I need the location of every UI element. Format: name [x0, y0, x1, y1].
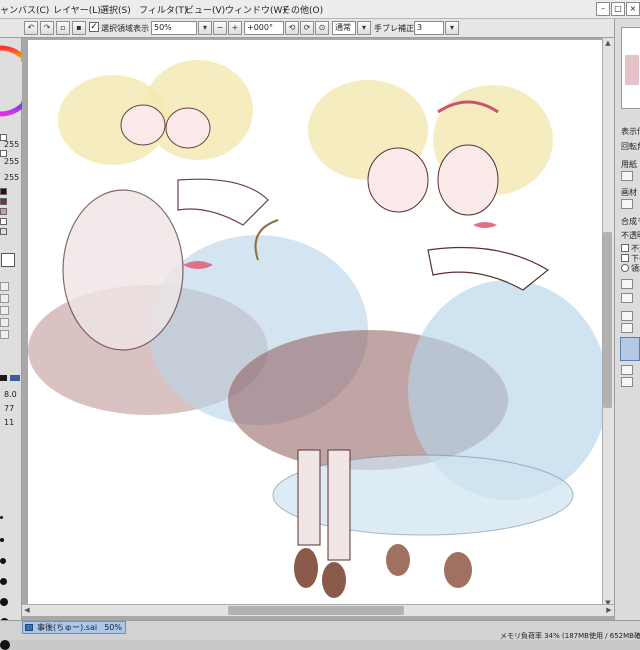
paper-texture-label: 用紙: [621, 160, 637, 169]
drawing-canvas[interactable]: [28, 40, 602, 604]
color-wheel-icon[interactable]: [0, 41, 22, 121]
swatch-white-3[interactable]: [0, 218, 7, 225]
file-tab[interactable]: 事後(ちゅー).sai 50%: [22, 621, 126, 634]
toolbar: ↶ ↷ ▫ ▪ ✓ 選択領域表示 50% ▾ − + +000° ⟲ ⟳ ⊙ 通…: [0, 19, 640, 38]
swatch-pink[interactable]: [0, 208, 7, 215]
swatch-gray[interactable]: [0, 228, 7, 235]
selection-source-label: 領域: [631, 264, 640, 273]
zoom-out-icon[interactable]: −: [213, 21, 227, 35]
swatch-brown[interactable]: [0, 198, 7, 205]
maximize-icon[interactable]: □: [611, 2, 625, 16]
menu-canvas[interactable]: ャンバス(C): [0, 3, 49, 16]
zoom-dropdown-icon[interactable]: ▾: [198, 21, 212, 35]
stabilizer-label: 手ブレ補正: [374, 24, 414, 33]
menu-other[interactable]: その他(O): [282, 3, 323, 16]
zoom-in-icon[interactable]: +: [228, 21, 242, 35]
selection-source-radio[interactable]: [621, 264, 629, 272]
tool-icon[interactable]: [0, 330, 9, 339]
clip-group-checkbox[interactable]: [621, 254, 629, 262]
blend-mode-label: 合成モ: [621, 217, 640, 226]
brush-tip-icon[interactable]: [0, 640, 10, 650]
brush-opacity-value[interactable]: 11: [4, 418, 14, 427]
navigator-preview: [625, 55, 639, 85]
paper-texture-field[interactable]: [621, 171, 633, 181]
menu-filter[interactable]: フィルタ(T): [139, 3, 187, 16]
zoom-field[interactable]: 50%: [151, 21, 197, 35]
view-rotation-label: 回転角: [621, 142, 640, 151]
brush-size-value[interactable]: 8.0: [4, 390, 17, 399]
blue-color-chip[interactable]: [10, 375, 20, 381]
brush-tip-icon[interactable]: [0, 558, 6, 564]
vertical-scroll-thumb[interactable]: [603, 232, 612, 408]
menu-select[interactable]: 選択(S): [100, 3, 131, 16]
layer-row-selected[interactable]: [620, 337, 640, 361]
blue-value: 255: [4, 173, 20, 182]
rotate-right-icon[interactable]: ⟳: [300, 21, 314, 35]
red-value: 255: [4, 140, 20, 149]
file-tab-name: 事後(ちゅー).sai: [37, 623, 98, 632]
tool-icon[interactable]: [0, 294, 9, 303]
file-tab-zoom: 50%: [104, 623, 122, 632]
close-icon[interactable]: ×: [626, 2, 640, 16]
blend-mode-dropdown-icon[interactable]: ▾: [357, 21, 371, 35]
brush-tip-icon[interactable]: [0, 578, 7, 585]
menu-view[interactable]: ビュー(V): [185, 3, 225, 16]
view-zoom-label: 表示倍: [621, 127, 640, 136]
new-folder-icon[interactable]: [621, 293, 633, 303]
artwork-illustration: [28, 60, 602, 598]
layer-row[interactable]: [621, 323, 633, 333]
scroll-up-icon[interactable]: ▲: [603, 38, 613, 48]
brush-tip-icon[interactable]: [0, 598, 8, 606]
stabilizer-dropdown-icon[interactable]: ▾: [445, 21, 459, 35]
rotate-left-icon[interactable]: ⟲: [285, 21, 299, 35]
rotate-reset-icon[interactable]: ⊙: [315, 21, 329, 35]
preserve-opacity-checkbox[interactable]: [621, 244, 629, 252]
tool-icon[interactable]: [0, 306, 9, 315]
redo-icon[interactable]: ↷: [40, 21, 54, 35]
primary-color-box[interactable]: [1, 253, 15, 267]
minimize-icon[interactable]: –: [596, 2, 610, 16]
right-layer-panel: 表示倍 回転角 用紙 画材 合成モ 不透明 不透 下の 領域: [614, 19, 640, 620]
brush-density-value[interactable]: 77: [4, 404, 14, 413]
horizontal-scroll-thumb[interactable]: [228, 606, 404, 615]
stabilizer-field[interactable]: 3: [414, 21, 444, 35]
green-value: 255: [4, 157, 20, 166]
swatch-white-2[interactable]: [0, 150, 7, 157]
tool-icon[interactable]: [0, 318, 9, 327]
layer-row[interactable]: [621, 377, 633, 387]
swatch-dark-red[interactable]: [0, 188, 7, 195]
undo-icon[interactable]: ↶: [24, 21, 38, 35]
brush-tip-icon[interactable]: [0, 516, 3, 519]
selection-visible-label: 選択領域表示: [101, 24, 149, 33]
sai-file-icon: [25, 624, 33, 631]
black-color-chip[interactable]: [0, 375, 7, 381]
scroll-left-icon[interactable]: ◀: [22, 605, 32, 615]
left-tool-panel: 255 255 255 8.0 77 11: [0, 38, 22, 650]
menu-bar: ャンバス(C) レイヤー(L) 選択(S) フィルタ(T) ビュー(V) ウィン…: [0, 0, 640, 19]
scroll-right-icon[interactable]: ▶: [604, 605, 614, 615]
brush-tip-icon[interactable]: [0, 538, 4, 542]
layer-row[interactable]: [621, 311, 633, 321]
invert-selection-icon[interactable]: ▪: [72, 21, 86, 35]
menu-window[interactable]: ウィンドウ(W): [225, 3, 286, 16]
tool-icon[interactable]: [0, 282, 9, 291]
blend-mode-field[interactable]: 通常: [332, 21, 356, 35]
opacity-label: 不透明: [621, 231, 640, 240]
layer-row[interactable]: [621, 365, 633, 375]
material-field[interactable]: [621, 199, 633, 209]
menu-layer[interactable]: レイヤー(L): [53, 3, 101, 16]
selection-visible-checkbox[interactable]: ✓: [89, 22, 99, 32]
new-layer-icon[interactable]: [621, 279, 633, 289]
material-label: 画材: [621, 188, 637, 197]
deselect-icon[interactable]: ▫: [56, 21, 70, 35]
rotation-field[interactable]: +000°: [244, 21, 284, 35]
